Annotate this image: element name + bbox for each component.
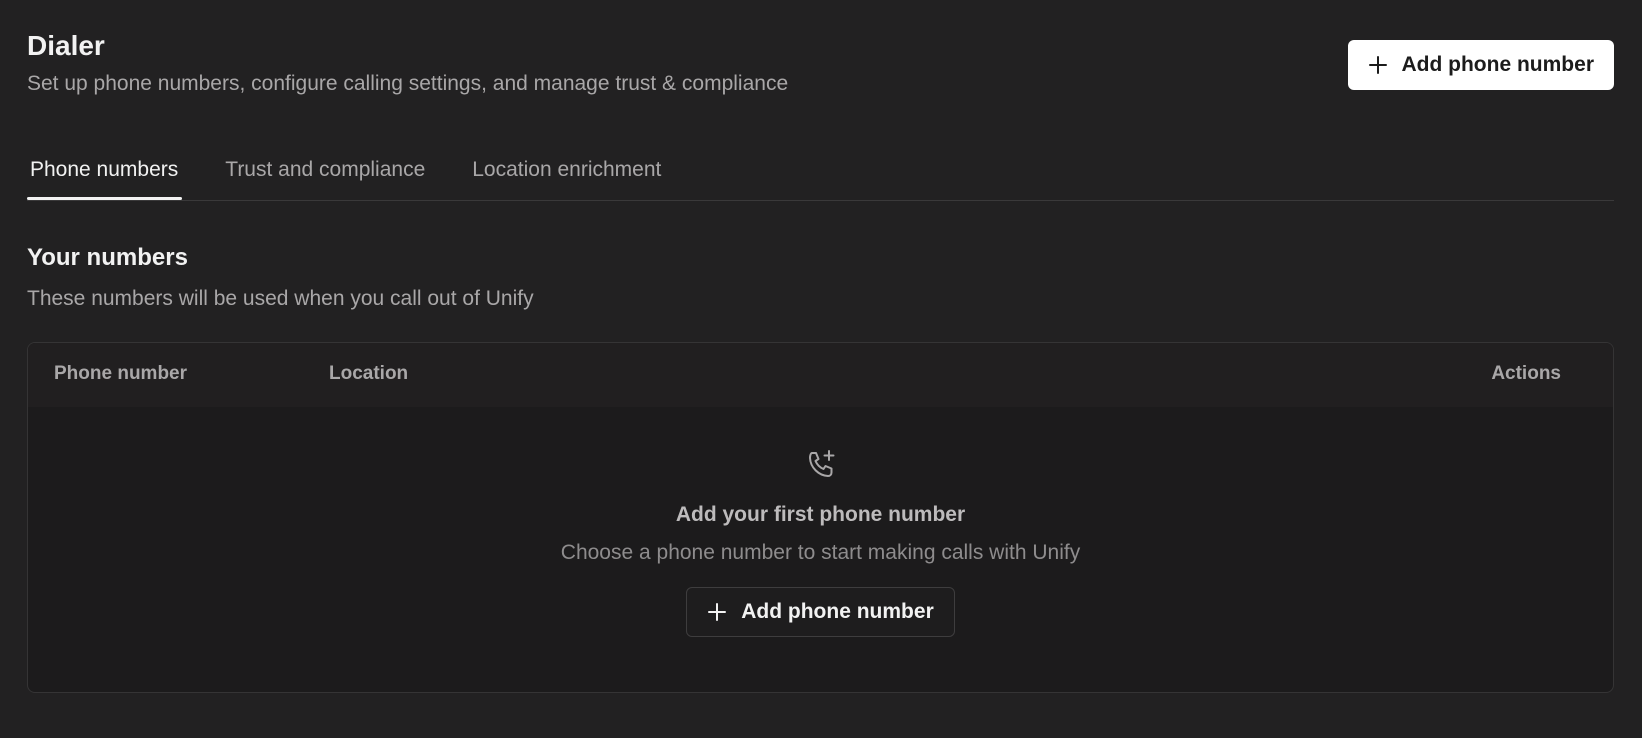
section-title: Your numbers [27,244,188,271]
tab-location-enrichment[interactable]: Location enrichment [469,150,665,199]
add-phone-number-label: Add phone number [1401,53,1595,76]
plus-icon [708,603,727,621]
dialer-page: Dialer Set up phone numbers, configure c… [0,0,1642,738]
phone-plus-icon [808,450,834,477]
tab-trust-and-compliance[interactable]: Trust and compliance [222,150,429,199]
empty-state-add-phone-number-label: Add phone number [741,600,934,623]
empty-state-add-phone-number-button[interactable]: Add phone number [686,587,955,637]
column-header-location: Location [329,363,409,384]
section-description: These numbers will be used when you call… [27,287,534,310]
phone-numbers-table: Phone number Location Actions Add your f… [27,342,1614,693]
empty-state-description: Choose a phone number to start making ca… [560,541,1081,564]
table-header: Phone number Location Actions [28,343,1613,407]
page-subtitle: Set up phone numbers, configure calling … [27,72,789,95]
empty-state: Add your first phone number Choose a pho… [28,407,1613,692]
column-header-actions: Actions [1491,363,1561,384]
page-header: Dialer Set up phone numbers, configure c… [27,28,788,98]
add-phone-number-button[interactable]: Add phone number [1347,40,1614,90]
column-header-phone-number: Phone number [54,363,188,384]
tab-bar: Phone numbers Trust and compliance Locat… [27,150,1614,201]
tab-phone-numbers[interactable]: Phone numbers [27,150,183,200]
empty-state-title: Add your first phone number [675,503,966,526]
plus-icon [1368,56,1387,74]
page-title: Dialer [27,30,105,61]
